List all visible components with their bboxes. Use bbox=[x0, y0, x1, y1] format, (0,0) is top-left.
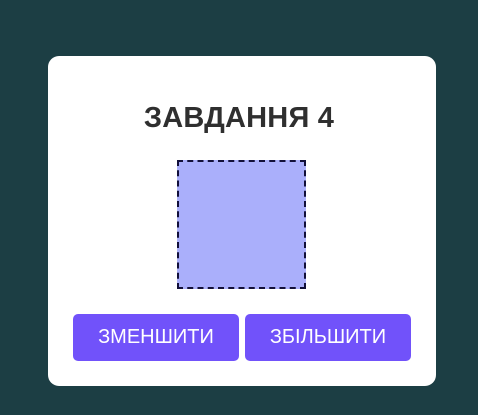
task-title: ЗАВДАННЯ 4 bbox=[143, 102, 335, 134]
resizable-square bbox=[177, 160, 306, 289]
increase-button[interactable]: ЗБІЛЬШИТИ bbox=[245, 314, 411, 361]
decrease-button[interactable]: ЗМЕНШИТИ bbox=[73, 314, 239, 361]
